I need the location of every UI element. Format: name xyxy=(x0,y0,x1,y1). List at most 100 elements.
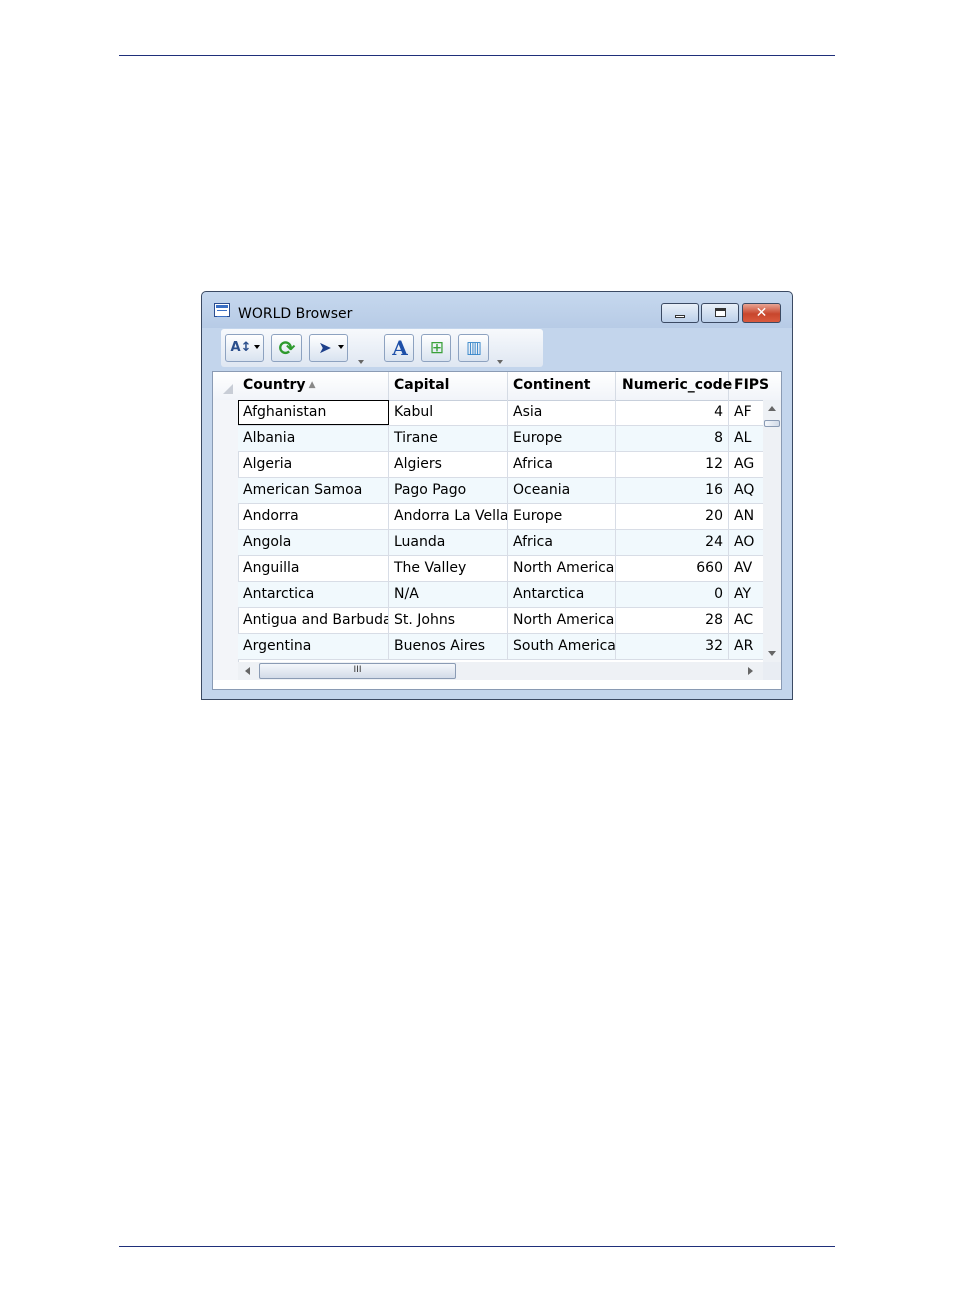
column-header-numeric-code[interactable]: Numeric_code xyxy=(616,372,732,400)
add-row-button[interactable]: ⊞ xyxy=(421,334,451,362)
maximize-button[interactable] xyxy=(701,303,739,323)
cell-country[interactable]: Argentina xyxy=(238,634,389,659)
cell-numeric-code[interactable]: 12 xyxy=(616,452,729,477)
font-icon: A xyxy=(392,336,408,360)
cell-country[interactable]: Algeria xyxy=(238,452,389,477)
cell-country[interactable]: Albania xyxy=(238,426,389,451)
cell-capital[interactable]: The Valley xyxy=(389,556,508,581)
cell-continent[interactable]: Africa xyxy=(508,530,616,555)
scroll-left-icon[interactable] xyxy=(245,667,250,675)
columns-icon: ▥ xyxy=(465,338,483,358)
cell-fips[interactable]: AN xyxy=(729,504,763,529)
table-row[interactable]: Albania Tirane Europe 8 AL xyxy=(238,426,763,452)
column-header-country[interactable]: Country ▲ xyxy=(238,372,389,400)
cell-fips[interactable]: AL xyxy=(729,426,763,451)
window-title: WORLD Browser xyxy=(238,306,353,322)
cell-continent[interactable]: North America xyxy=(508,556,616,581)
cell-fips[interactable]: AV xyxy=(729,556,763,581)
cell-capital[interactable]: Andorra La Vella xyxy=(389,504,508,529)
cell-numeric-code[interactable]: 28 xyxy=(616,608,729,633)
cell-numeric-code[interactable]: 0 xyxy=(616,582,729,607)
cell-numeric-code[interactable]: 660 xyxy=(616,556,729,581)
cell-capital[interactable]: St. Johns xyxy=(389,608,508,633)
cell-continent[interactable]: Africa xyxy=(508,452,616,477)
title-bar[interactable]: WORLD Browser ✕ xyxy=(202,292,792,328)
cell-country[interactable]: Afghanistan xyxy=(238,400,389,425)
page-footer-rule xyxy=(119,1246,835,1247)
column-header-continent[interactable]: Continent xyxy=(508,372,616,400)
cell-numeric-code[interactable]: 4 xyxy=(616,400,729,425)
table-row[interactable]: American Samoa Pago Pago Oceania 16 AQ xyxy=(238,478,763,504)
cell-capital[interactable]: Luanda xyxy=(389,530,508,555)
data-grid: Country ▲ Capital Continent Numeric_code … xyxy=(212,371,782,690)
toolbar-overflow-grip-2[interactable] xyxy=(496,357,505,367)
columns-button[interactable]: ▥ xyxy=(458,334,489,362)
column-header-capital[interactable]: Capital xyxy=(389,372,508,400)
cell-country[interactable]: Antigua and Barbuda xyxy=(238,608,389,633)
cell-fips[interactable]: AQ xyxy=(729,478,763,503)
cell-continent[interactable]: North America xyxy=(508,608,616,633)
cell-capital[interactable]: Buenos Aires xyxy=(389,634,508,659)
cell-capital[interactable]: Tirane xyxy=(389,426,508,451)
cell-country[interactable]: Anguilla xyxy=(238,556,389,581)
toolbar-overflow-grip[interactable] xyxy=(357,357,366,367)
row-header-column[interactable] xyxy=(213,400,239,680)
font-button[interactable]: A xyxy=(384,334,414,362)
cell-continent[interactable]: South America xyxy=(508,634,616,659)
cell-numeric-code[interactable]: 8 xyxy=(616,426,729,451)
cell-country[interactable]: Angola xyxy=(238,530,389,555)
table-row[interactable]: Anguilla The Valley North America 660 AV xyxy=(238,556,763,582)
table-row[interactable]: Algeria Algiers Africa 12 AG xyxy=(238,452,763,478)
cell-numeric-code[interactable]: 16 xyxy=(616,478,729,503)
cell-fips[interactable]: AG xyxy=(729,452,763,477)
refresh-button[interactable]: ⟳ xyxy=(271,334,302,362)
cell-fips[interactable]: AO xyxy=(729,530,763,555)
select-all-corner[interactable] xyxy=(213,372,238,400)
table-row[interactable]: Angola Luanda Africa 24 AO xyxy=(238,530,763,556)
cell-fips[interactable]: AC xyxy=(729,608,763,633)
select-tool-button[interactable]: ➤ xyxy=(309,334,348,362)
vertical-scroll-thumb[interactable] xyxy=(764,420,780,427)
table-row[interactable]: Argentina Buenos Aires South America 32 AR xyxy=(238,634,763,660)
cell-fips[interactable]: AF xyxy=(729,400,763,425)
sort-filter-button[interactable]: A↕ xyxy=(225,334,264,362)
cell-fips[interactable]: AR xyxy=(729,634,763,659)
vertical-scrollbar[interactable] xyxy=(763,400,781,662)
cell-continent[interactable]: Asia xyxy=(508,400,616,425)
table-app-icon xyxy=(214,303,230,317)
cell-continent[interactable]: Oceania xyxy=(508,478,616,503)
cell-country[interactable]: American Samoa xyxy=(238,478,389,503)
cell-continent[interactable]: Europe xyxy=(508,504,616,529)
cell-country[interactable]: Andorra xyxy=(238,504,389,529)
cell-continent[interactable]: Antarctica xyxy=(508,582,616,607)
close-button[interactable]: ✕ xyxy=(742,303,781,323)
sort-filter-icon: A↕ xyxy=(230,340,252,355)
page-header-rule xyxy=(119,55,835,56)
scroll-up-icon[interactable] xyxy=(768,406,776,411)
cell-numeric-code[interactable]: 24 xyxy=(616,530,729,555)
cell-capital[interactable]: N/A xyxy=(389,582,508,607)
horizontal-scroll-thumb[interactable]: III xyxy=(259,663,456,679)
cell-capital[interactable]: Kabul xyxy=(389,400,508,425)
table-row[interactable]: Andorra Andorra La Vella Europe 20 AN xyxy=(238,504,763,530)
horizontal-scrollbar[interactable]: III xyxy=(238,662,763,680)
cell-capital[interactable]: Algiers xyxy=(389,452,508,477)
pointer-icon: ➤ xyxy=(318,338,332,357)
table-row[interactable]: Afghanistan Kabul Asia 4 AF xyxy=(238,400,763,426)
cell-country[interactable]: Antarctica xyxy=(238,582,389,607)
column-header-fips[interactable]: FIPS xyxy=(729,372,781,400)
world-browser-window: WORLD Browser ✕ A↕ ⟳ ➤ A ⊞ ▥ Country ▲ C… xyxy=(201,291,793,700)
cell-numeric-code[interactable]: 20 xyxy=(616,504,729,529)
cell-numeric-code[interactable]: 32 xyxy=(616,634,729,659)
cell-capital[interactable]: Pago Pago xyxy=(389,478,508,503)
scroll-down-icon[interactable] xyxy=(768,651,776,656)
table-row[interactable]: Antarctica N/A Antarctica 0 AY xyxy=(238,582,763,608)
cell-fips[interactable]: AY xyxy=(729,582,763,607)
minimize-button[interactable] xyxy=(661,303,699,323)
table-row[interactable]: Antigua and Barbuda St. Johns North Americ… xyxy=(238,608,763,634)
grid-header: Country ▲ Capital Continent Numeric_code … xyxy=(213,372,781,401)
chevron-down-icon xyxy=(338,345,344,349)
scroll-right-icon[interactable] xyxy=(748,667,753,675)
cell-continent[interactable]: Europe xyxy=(508,426,616,451)
toolbar: A↕ ⟳ ➤ A ⊞ ▥ xyxy=(221,329,543,367)
